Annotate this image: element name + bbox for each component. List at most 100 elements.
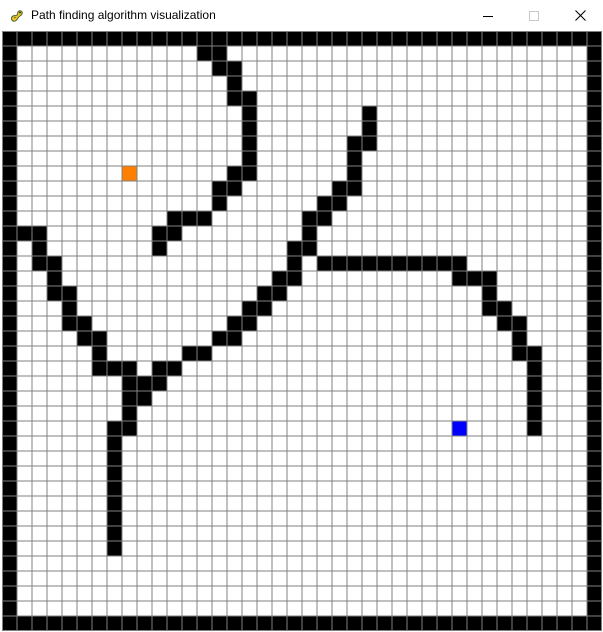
- border-barrier-cell[interactable]: [587, 346, 602, 361]
- barrier-cell[interactable]: [152, 241, 167, 256]
- barrier-cell[interactable]: [212, 46, 227, 61]
- border-barrier-cell[interactable]: [2, 526, 17, 541]
- border-barrier-cell[interactable]: [122, 31, 137, 46]
- border-barrier-cell[interactable]: [467, 31, 482, 46]
- border-barrier-cell[interactable]: [137, 616, 152, 631]
- barrier-cell[interactable]: [182, 346, 197, 361]
- border-barrier-cell[interactable]: [2, 376, 17, 391]
- border-barrier-cell[interactable]: [587, 391, 602, 406]
- border-barrier-cell[interactable]: [587, 376, 602, 391]
- barrier-cell[interactable]: [107, 511, 122, 526]
- barrier-cell[interactable]: [122, 391, 137, 406]
- border-barrier-cell[interactable]: [587, 181, 602, 196]
- border-barrier-cell[interactable]: [407, 616, 422, 631]
- border-barrier-cell[interactable]: [332, 616, 347, 631]
- barrier-cell[interactable]: [227, 61, 242, 76]
- barrier-cell[interactable]: [32, 226, 47, 241]
- barrier-cell[interactable]: [347, 136, 362, 151]
- border-barrier-cell[interactable]: [2, 61, 17, 76]
- border-barrier-cell[interactable]: [2, 151, 17, 166]
- barrier-cell[interactable]: [182, 211, 197, 226]
- barrier-cell[interactable]: [332, 196, 347, 211]
- barrier-cell[interactable]: [77, 316, 92, 331]
- barrier-cell[interactable]: [257, 301, 272, 316]
- border-barrier-cell[interactable]: [437, 616, 452, 631]
- border-barrier-cell[interactable]: [2, 196, 17, 211]
- border-barrier-cell[interactable]: [2, 241, 17, 256]
- border-barrier-cell[interactable]: [452, 31, 467, 46]
- barrier-cell[interactable]: [512, 331, 527, 346]
- barrier-cell[interactable]: [302, 241, 317, 256]
- border-barrier-cell[interactable]: [587, 526, 602, 541]
- border-barrier-cell[interactable]: [557, 31, 572, 46]
- border-barrier-cell[interactable]: [227, 616, 242, 631]
- border-barrier-cell[interactable]: [347, 616, 362, 631]
- barrier-cell[interactable]: [107, 436, 122, 451]
- border-barrier-cell[interactable]: [2, 556, 17, 571]
- border-barrier-cell[interactable]: [527, 31, 542, 46]
- border-barrier-cell[interactable]: [47, 31, 62, 46]
- border-barrier-cell[interactable]: [482, 616, 497, 631]
- border-barrier-cell[interactable]: [587, 301, 602, 316]
- border-barrier-cell[interactable]: [2, 31, 17, 46]
- barrier-cell[interactable]: [107, 466, 122, 481]
- border-barrier-cell[interactable]: [587, 256, 602, 271]
- barrier-cell[interactable]: [512, 346, 527, 361]
- border-barrier-cell[interactable]: [587, 406, 602, 421]
- barrier-cell[interactable]: [17, 226, 32, 241]
- border-barrier-cell[interactable]: [497, 31, 512, 46]
- barrier-cell[interactable]: [107, 481, 122, 496]
- border-barrier-cell[interactable]: [2, 391, 17, 406]
- border-barrier-cell[interactable]: [2, 226, 17, 241]
- barrier-cell[interactable]: [227, 181, 242, 196]
- barrier-cell[interactable]: [227, 331, 242, 346]
- border-barrier-cell[interactable]: [587, 166, 602, 181]
- border-barrier-cell[interactable]: [587, 271, 602, 286]
- border-barrier-cell[interactable]: [587, 466, 602, 481]
- border-barrier-cell[interactable]: [77, 616, 92, 631]
- border-barrier-cell[interactable]: [2, 331, 17, 346]
- border-barrier-cell[interactable]: [242, 31, 257, 46]
- barrier-cell[interactable]: [317, 196, 332, 211]
- border-barrier-cell[interactable]: [572, 31, 587, 46]
- barrier-cell[interactable]: [107, 526, 122, 541]
- border-barrier-cell[interactable]: [542, 31, 557, 46]
- border-barrier-cell[interactable]: [2, 166, 17, 181]
- barrier-cell[interactable]: [467, 271, 482, 286]
- border-barrier-cell[interactable]: [347, 31, 362, 46]
- border-barrier-cell[interactable]: [2, 346, 17, 361]
- barrier-cell[interactable]: [497, 301, 512, 316]
- barrier-cell[interactable]: [512, 316, 527, 331]
- barrier-cell[interactable]: [332, 181, 347, 196]
- border-barrier-cell[interactable]: [587, 511, 602, 526]
- border-barrier-cell[interactable]: [2, 541, 17, 556]
- border-barrier-cell[interactable]: [587, 481, 602, 496]
- barrier-cell[interactable]: [62, 286, 77, 301]
- border-barrier-cell[interactable]: [2, 316, 17, 331]
- barrier-cell[interactable]: [482, 286, 497, 301]
- barrier-cell[interactable]: [32, 241, 47, 256]
- border-barrier-cell[interactable]: [407, 31, 422, 46]
- barrier-cell[interactable]: [107, 541, 122, 556]
- border-barrier-cell[interactable]: [2, 46, 17, 61]
- border-barrier-cell[interactable]: [137, 31, 152, 46]
- border-barrier-cell[interactable]: [2, 616, 17, 631]
- border-barrier-cell[interactable]: [107, 616, 122, 631]
- barrier-cell[interactable]: [437, 256, 452, 271]
- border-barrier-cell[interactable]: [587, 226, 602, 241]
- border-barrier-cell[interactable]: [527, 616, 542, 631]
- border-barrier-cell[interactable]: [2, 406, 17, 421]
- barrier-cell[interactable]: [527, 361, 542, 376]
- title-bar[interactable]: Path finding algorithm visualization: [0, 0, 603, 31]
- barrier-cell[interactable]: [47, 286, 62, 301]
- border-barrier-cell[interactable]: [587, 496, 602, 511]
- border-barrier-cell[interactable]: [587, 211, 602, 226]
- border-barrier-cell[interactable]: [587, 421, 602, 436]
- barrier-cell[interactable]: [77, 331, 92, 346]
- barrier-cell[interactable]: [212, 331, 227, 346]
- border-barrier-cell[interactable]: [287, 616, 302, 631]
- barrier-cell[interactable]: [197, 346, 212, 361]
- border-barrier-cell[interactable]: [542, 616, 557, 631]
- barrier-cell[interactable]: [347, 256, 362, 271]
- barrier-cell[interactable]: [92, 346, 107, 361]
